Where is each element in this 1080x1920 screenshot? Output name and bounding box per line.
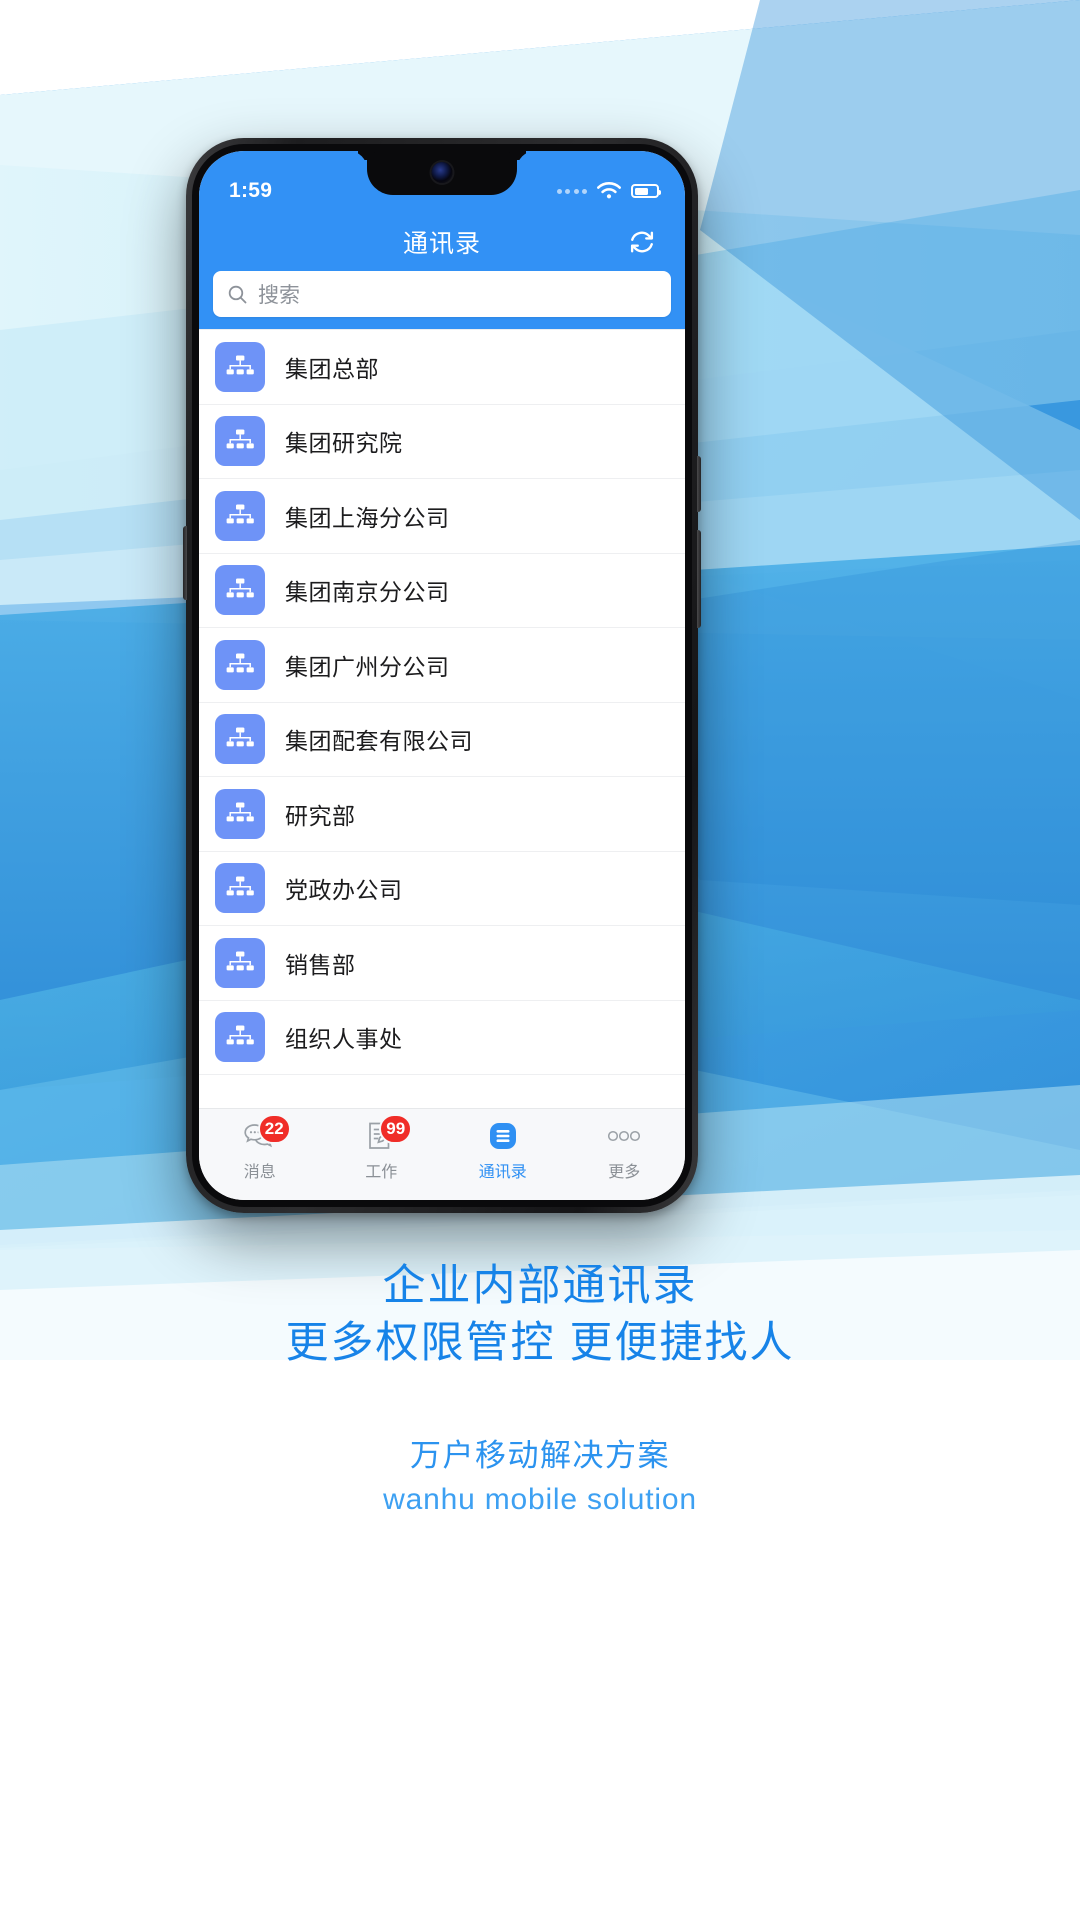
- status-bar-indicators: [556, 181, 661, 201]
- org-chart-icon-tile: [215, 341, 265, 392]
- table-row[interactable]: 销售部: [199, 926, 685, 1001]
- org-chart-icon: [226, 578, 254, 598]
- page-title: 通讯录: [402, 230, 481, 258]
- org-chart-icon-tile: [215, 639, 265, 690]
- department-name: 组织人事处: [285, 1026, 403, 1053]
- refresh-icon[interactable]: [625, 225, 659, 259]
- tab-label: 工作: [365, 1164, 398, 1181]
- table-row[interactable]: 集团南京分公司: [199, 553, 685, 628]
- department-name: 党政办公司: [285, 877, 403, 904]
- search-area: 搜索: [199, 271, 685, 329]
- department-name: 集团南京分公司: [285, 579, 450, 606]
- department-name: 集团广州分公司: [285, 653, 450, 680]
- search-placeholder: 搜索: [258, 284, 300, 307]
- subtitle-english: wanhu mobile solution: [383, 1483, 697, 1517]
- org-chart-icon: [226, 504, 254, 524]
- table-row[interactable]: 集团总部: [199, 330, 685, 405]
- org-chart-icon: [226, 802, 254, 822]
- more-dots-icon: [604, 1119, 644, 1153]
- tab-label: 更多: [608, 1164, 641, 1181]
- status-badge: 99: [379, 1114, 413, 1144]
- department-name: 集团总部: [285, 355, 379, 382]
- phone-mockup: 1:59 通讯录 搜索 集团总部 集团研究院 集团上海分公司 集团南京分公司 集…: [183, 138, 701, 1213]
- contacts-list-icon: [489, 1123, 516, 1149]
- org-chart-icon-tile: [215, 937, 265, 988]
- table-row[interactable]: 组织人事处: [199, 1000, 685, 1075]
- phone-side-button: [697, 530, 701, 628]
- tab-label: 通讯录: [478, 1164, 527, 1181]
- tab-more-dots[interactable]: 更多: [564, 1119, 686, 1182]
- org-chart-icon: [226, 1025, 254, 1045]
- tab-document-pencil[interactable]: 99 工作: [321, 1114, 443, 1182]
- org-chart-icon-tile: [215, 863, 265, 914]
- tab-chat-bubbles[interactable]: 22 消息: [199, 1114, 321, 1182]
- org-chart-icon-tile: [215, 565, 265, 616]
- org-chart-icon-tile: [215, 416, 265, 467]
- search-icon: [228, 285, 247, 303]
- org-chart-icon: [226, 727, 254, 747]
- phone-power-button: [697, 456, 701, 512]
- org-chart-icon: [226, 653, 254, 673]
- document-pencil-icon: 99: [361, 1114, 413, 1153]
- headline-line-1: 企业内部通讯录: [382, 1262, 698, 1310]
- front-camera: [431, 162, 453, 183]
- org-chart-icon: [226, 951, 254, 971]
- phone-notch: [367, 151, 517, 195]
- org-chart-icon-tile: [215, 788, 265, 839]
- department-name: 集团研究院: [285, 430, 403, 457]
- more-dots-icon: [608, 1130, 641, 1142]
- signal-dots-icon: [556, 188, 587, 194]
- chat-bubbles-icon: 22: [240, 1114, 291, 1153]
- department-list[interactable]: 集团总部集团研究院集团上海分公司 集团南京分公司 集团广州分公司 集团配套有限公司 研究…: [199, 329, 685, 1108]
- org-chart-icon-tile: [215, 714, 265, 765]
- department-name: 研究部: [285, 802, 356, 829]
- table-row[interactable]: 集团广州分公司: [199, 628, 685, 703]
- wifi-icon: [597, 181, 621, 198]
- phone-volume-button: [183, 526, 187, 600]
- phone-screen: 1:59 通讯录 搜索 集团总部 集团研究院 集团上海分公司 集团南京分公司 集…: [199, 151, 685, 1200]
- org-chart-icon: [226, 876, 254, 896]
- search-input[interactable]: 搜索: [213, 271, 671, 317]
- marketing-copy: 企业内部通讯录 更多权限管控 更便捷找人 万户移动解决方案 wanhu mobi…: [0, 1258, 1080, 1522]
- table-row[interactable]: 研究部: [199, 777, 685, 852]
- headline-line-2: 更多权限管控 更便捷找人: [285, 1318, 795, 1367]
- org-chart-icon-tile: [215, 1012, 265, 1063]
- tab-contacts-list[interactable]: 通讯录: [442, 1119, 564, 1182]
- table-row[interactable]: 集团研究院: [199, 404, 685, 479]
- status-bar-clock: 1:59: [229, 179, 273, 202]
- contacts-list-icon: [483, 1119, 523, 1153]
- bottom-tab-bar[interactable]: 22 消息 99 工作 通讯录 更多: [199, 1108, 685, 1200]
- org-chart-icon: [226, 429, 254, 449]
- department-name: 集团上海分公司: [285, 504, 450, 531]
- status-badge: 22: [257, 1114, 291, 1144]
- department-name: 销售部: [285, 951, 356, 978]
- table-row[interactable]: 集团上海分公司: [199, 479, 685, 554]
- subtitle-chinese: 万户移动解决方案: [410, 1437, 670, 1473]
- battery-icon: [631, 184, 661, 198]
- table-row[interactable]: 集团配套有限公司: [199, 702, 685, 777]
- tab-label: 消息: [243, 1164, 276, 1181]
- app-navigation-bar: 通讯录: [199, 213, 685, 271]
- org-chart-icon-tile: [215, 490, 265, 541]
- org-chart-icon: [226, 355, 254, 375]
- department-name: 集团配套有限公司: [285, 728, 473, 755]
- table-row[interactable]: 党政办公司: [199, 851, 685, 926]
